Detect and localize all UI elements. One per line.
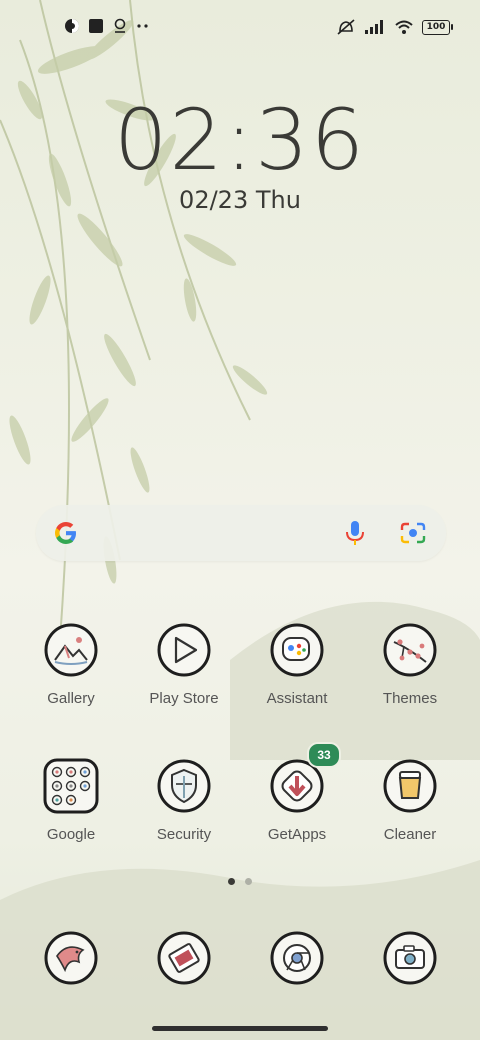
day-text: Thu (255, 186, 301, 214)
clock-date[interactable]: 02/23 Thu (0, 186, 480, 214)
google-search-bar[interactable] (36, 505, 446, 561)
app-label: Gallery (47, 690, 95, 707)
assistant-icon (269, 622, 325, 678)
app-label: Cleaner (383, 826, 437, 843)
security-shield-icon (156, 758, 212, 814)
dock-app-messages[interactable] (134, 930, 234, 986)
app-label: GetApps (267, 826, 327, 843)
mic-icon[interactable] (344, 519, 366, 547)
wifi-icon (395, 20, 413, 34)
folder-icon (43, 758, 99, 814)
app-play-store[interactable]: Play Store (134, 622, 234, 707)
messages-icon (156, 930, 212, 986)
more-dots-icon (137, 24, 148, 28)
app-label: Security (156, 826, 212, 843)
camera-icon (382, 930, 438, 986)
dock-app-fish[interactable] (21, 930, 121, 986)
app-label: Play Store (149, 690, 219, 707)
home-gesture-bar[interactable] (152, 1026, 328, 1031)
themes-icon (382, 622, 438, 678)
folder-google[interactable]: Google (21, 758, 121, 843)
silent-icon (337, 19, 355, 35)
app-assistant[interactable]: Assistant (247, 622, 347, 707)
page-dot[interactable] (245, 878, 252, 885)
chrome-icon (269, 930, 325, 986)
status-bar-left (64, 18, 150, 34)
app-label: Assistant (266, 690, 328, 707)
app-gallery[interactable]: Gallery (21, 622, 121, 707)
app-label: Themes (382, 690, 438, 707)
battery-level: 100 (426, 22, 446, 32)
page-dot-active[interactable] (228, 878, 235, 885)
gallery-icon (43, 622, 99, 678)
cleaner-icon (382, 758, 438, 814)
app-label: Google (46, 826, 96, 843)
dock-app-camera[interactable] (360, 930, 460, 986)
google-g-icon (55, 522, 76, 544)
fish-icon (43, 930, 99, 986)
app-cleaner[interactable]: Cleaner (360, 758, 460, 843)
app-themes[interactable]: Themes (360, 622, 460, 707)
status-bar-right: 100 (336, 18, 453, 36)
date-text: 02/23 (179, 186, 249, 214)
lens-icon[interactable] (400, 521, 426, 545)
page-indicator[interactable] (0, 878, 480, 885)
getapps-icon: 33 (269, 742, 341, 814)
clock-time[interactable]: 02:36 (0, 92, 480, 188)
signal-icon (365, 20, 383, 34)
notification-icon (65, 19, 79, 33)
dock-app-chrome[interactable] (247, 930, 347, 986)
location-pin-icon (114, 18, 126, 33)
app-getapps[interactable]: 33 GetApps (247, 742, 347, 843)
app-security[interactable]: Security (134, 758, 234, 843)
play-store-icon (156, 622, 212, 678)
notification-badge: 33 (307, 742, 341, 768)
battery-icon: 100 (422, 19, 453, 35)
square-icon (89, 19, 103, 33)
